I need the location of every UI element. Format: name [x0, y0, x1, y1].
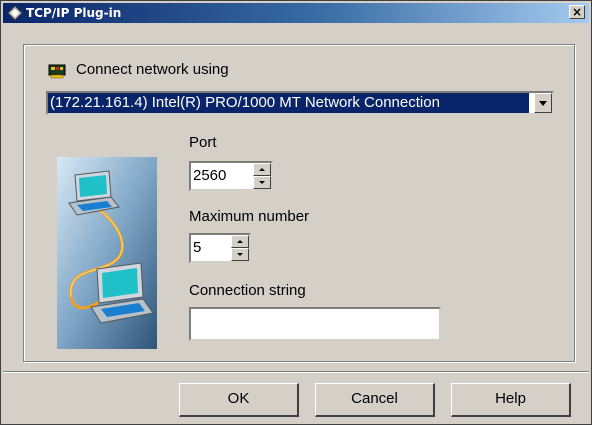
network-card-icon — [48, 64, 66, 79]
connection-string-label: Connection string — [189, 282, 306, 299]
network-label: Connect network using — [76, 61, 229, 78]
maximum-spin-buttons — [231, 235, 249, 261]
maximum-number-input[interactable]: 5 — [193, 239, 201, 257]
connection-string-input[interactable] — [189, 307, 441, 341]
cancel-button[interactable]: Cancel — [315, 383, 435, 417]
port-spin-buttons — [253, 163, 271, 189]
networked-computers-illustration — [57, 157, 157, 349]
plugin-icon — [7, 5, 23, 21]
port-input[interactable]: 2560 — [193, 167, 226, 185]
window-title: TCP/IP Plug-in — [26, 6, 122, 20]
port-label: Port — [189, 134, 217, 151]
close-button[interactable]: × — [569, 5, 585, 19]
button-separator — [3, 371, 589, 373]
network-adapter-select[interactable]: (172.21.161.4) Intel(R) PRO/1000 MT Netw… — [46, 91, 554, 115]
port-up-arrow-icon[interactable] — [253, 163, 271, 176]
maximum-up-arrow-icon[interactable] — [231, 235, 249, 248]
ok-button[interactable]: OK — [179, 383, 299, 417]
maximum-number-stepper[interactable]: 5 — [189, 233, 251, 263]
chevron-down-icon[interactable] — [534, 93, 552, 113]
title-bar[interactable]: TCP/IP Plug-in × — [3, 3, 589, 23]
port-stepper[interactable]: 2560 — [189, 161, 273, 191]
port-down-arrow-icon[interactable] — [253, 176, 271, 189]
tcpip-plugin-dialog: TCP/IP Plug-in × Connect network using (… — [0, 0, 592, 425]
network-adapter-selected-value: (172.21.161.4) Intel(R) PRO/1000 MT Netw… — [48, 93, 529, 113]
maximum-number-label: Maximum number — [189, 208, 310, 225]
help-button[interactable]: Help — [451, 383, 571, 417]
maximum-down-arrow-icon[interactable] — [231, 248, 249, 261]
